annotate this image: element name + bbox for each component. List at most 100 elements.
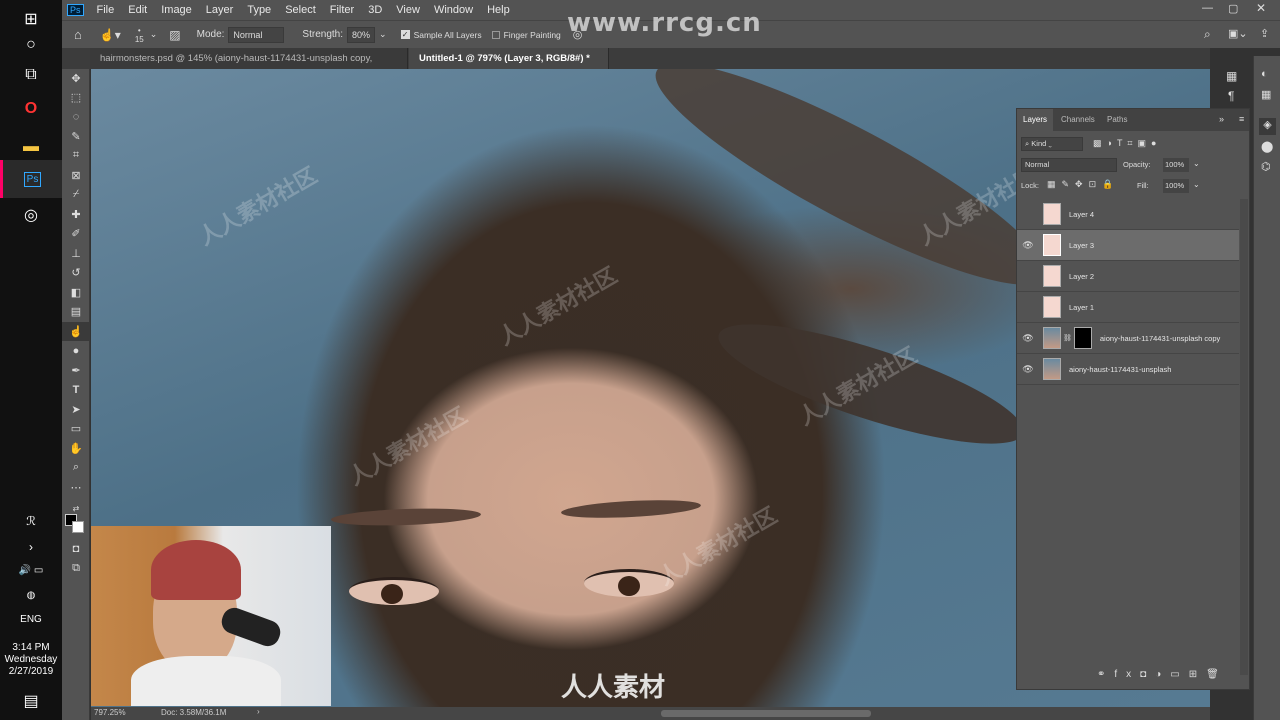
hand-tool-icon[interactable]: ✋ bbox=[62, 439, 90, 458]
share-icon[interactable]: ⇪ bbox=[1260, 27, 1269, 40]
tab-channels[interactable]: Channels bbox=[1055, 109, 1101, 131]
chevron-down-icon[interactable]: ⌄ bbox=[1193, 180, 1200, 189]
close-icon[interactable]: ✕ bbox=[1256, 1, 1266, 15]
new-group-icon[interactable]: ▭ bbox=[1170, 669, 1188, 680]
tab-hairmonsters[interactable]: hairmonsters.psd @ 145% (aiony-haust-117… bbox=[90, 48, 408, 85]
healing-brush-icon[interactable]: ✚ bbox=[62, 205, 90, 224]
fill-input[interactable]: 100% bbox=[1163, 179, 1189, 193]
lasso-tool-icon[interactable]: ◌ bbox=[62, 107, 90, 126]
layers-scrollbar[interactable] bbox=[1240, 199, 1248, 675]
menu-file[interactable]: File bbox=[90, 0, 122, 20]
opacity-input[interactable]: 100% bbox=[1163, 158, 1189, 172]
chevron-down-icon[interactable]: ⌄ bbox=[1193, 159, 1200, 168]
language-indicator[interactable]: ENG bbox=[0, 614, 62, 626]
layer-row-unsplash[interactable]: 👁 aiony-haust-1174431-unsplash bbox=[1017, 354, 1239, 385]
zoom-level[interactable]: 797.25% bbox=[94, 708, 126, 717]
chevron-up-icon[interactable]: › bbox=[0, 528, 62, 566]
paths-icon[interactable]: ⌬ bbox=[1261, 160, 1271, 173]
app-icon[interactable]: ◎ bbox=[0, 196, 62, 234]
panel-menu-icon[interactable]: ≡ bbox=[1239, 114, 1244, 124]
color-icon[interactable]: ◐ bbox=[1261, 68, 1268, 80]
photoshop-taskbar-icon[interactable]: Ps bbox=[0, 160, 62, 198]
layer-row-layer-1[interactable]: Layer 1 bbox=[1017, 292, 1239, 323]
channels-icon[interactable]: ⬤ bbox=[1261, 140, 1273, 153]
add-mask-icon[interactable]: ◘ bbox=[1140, 669, 1155, 680]
strength-dropdown-icon[interactable]: ⌄ bbox=[379, 29, 387, 40]
marquee-tool-icon[interactable]: ⬚ bbox=[62, 88, 90, 107]
layer-mask-thumbnail[interactable] bbox=[1073, 327, 1092, 349]
blend-mode-select[interactable]: Normal bbox=[1021, 158, 1117, 172]
filter-icons[interactable]: ▩◑T⌗▣● bbox=[1093, 138, 1161, 149]
more-tools-icon[interactable]: ⋯ bbox=[62, 478, 90, 497]
history-brush-icon[interactable]: ↺ bbox=[62, 263, 90, 282]
layer-row-layer-2[interactable]: Layer 2 bbox=[1017, 261, 1239, 292]
screen-mode-icon[interactable]: ⧉ bbox=[62, 559, 90, 578]
menu-type[interactable]: Type bbox=[240, 0, 278, 20]
eye-icon[interactable]: 👁 bbox=[1017, 364, 1039, 375]
pen-tool-icon[interactable]: ✒ bbox=[62, 361, 90, 380]
sample-all-checkbox[interactable]: ✓ bbox=[400, 30, 410, 39]
adjustment-icon[interactable]: ◑ bbox=[1155, 669, 1170, 680]
home-icon[interactable]: ⌂ bbox=[74, 27, 82, 42]
clone-stamp-icon[interactable]: ⊥ bbox=[62, 244, 90, 263]
eraser-tool-icon[interactable]: ◧ bbox=[62, 283, 90, 302]
new-layer-icon[interactable]: ⊞ bbox=[1189, 669, 1206, 680]
zoom-tool-icon[interactable]: ⌕ bbox=[62, 458, 90, 477]
menu-image[interactable]: Image bbox=[154, 0, 199, 20]
mode-select[interactable]: Normal bbox=[228, 26, 285, 43]
chevron-down-icon[interactable]: ⌄ bbox=[150, 29, 158, 40]
menu-filter[interactable]: Filter bbox=[323, 0, 361, 20]
collapse-icon[interactable]: » bbox=[1219, 114, 1224, 124]
opera-icon[interactable]: O bbox=[0, 90, 62, 128]
task-view-icon[interactable]: ⧉ bbox=[0, 56, 62, 94]
menu-edit[interactable]: Edit bbox=[121, 0, 154, 20]
swatches-icon[interactable]: ▦ bbox=[1261, 88, 1271, 101]
menu-help[interactable]: Help bbox=[480, 0, 517, 20]
dodge-tool-icon[interactable]: ● bbox=[62, 341, 90, 360]
rectangle-tool-icon[interactable]: ▭ bbox=[62, 419, 90, 438]
tab-paths[interactable]: Paths bbox=[1101, 109, 1133, 131]
layers-panel-icon[interactable]: ◈ bbox=[1259, 118, 1276, 135]
filter-kind-select[interactable]: ⌕ Kind ⌄ bbox=[1021, 137, 1083, 151]
brush-tool-icon[interactable]: ✐ bbox=[62, 224, 90, 243]
smudge-tool-preset-icon[interactable]: ☝▾ bbox=[100, 28, 121, 42]
chevron-right-icon[interactable]: › bbox=[257, 707, 260, 716]
layer-row-unsplash-copy[interactable]: 👁 ⛓ aiony-haust-1174431-unsplash copy bbox=[1017, 323, 1239, 354]
menu-3d[interactable]: 3D bbox=[361, 0, 389, 20]
link-icon[interactable]: ⛓ bbox=[1063, 334, 1072, 342]
layer-row-layer-3[interactable]: 👁 Layer 3 bbox=[1017, 230, 1239, 261]
menu-layer[interactable]: Layer bbox=[199, 0, 241, 20]
layer-row-layer-4[interactable]: Layer 4 bbox=[1017, 199, 1239, 230]
workspace-icon[interactable]: ▣⌄ bbox=[1228, 27, 1248, 40]
strength-input[interactable]: 80% bbox=[347, 26, 376, 43]
brush-size-picker[interactable]: • 15 bbox=[135, 26, 144, 44]
frame-tool-icon[interactable]: ⊠ bbox=[62, 166, 90, 185]
eye-icon[interactable]: 👁 bbox=[1017, 240, 1039, 251]
link-layers-icon[interactable]: ⚭ bbox=[1097, 669, 1114, 680]
menu-select[interactable]: Select bbox=[278, 0, 323, 20]
gradient-tool-icon[interactable]: ▤ bbox=[62, 302, 90, 321]
search-icon[interactable]: ⌕ bbox=[1204, 27, 1211, 42]
finger-painting-checkbox[interactable] bbox=[491, 30, 500, 39]
minimize-icon[interactable]: — bbox=[1202, 2, 1213, 14]
move-tool-icon[interactable]: ✥ bbox=[62, 69, 90, 88]
quick-mask-icon[interactable]: ◘ bbox=[62, 539, 90, 558]
menu-window[interactable]: Window bbox=[427, 0, 480, 20]
path-select-icon[interactable]: ➤ bbox=[62, 400, 90, 419]
restore-icon[interactable]: ▢ bbox=[1228, 2, 1238, 15]
notifications-icon[interactable]: ▤ bbox=[0, 682, 62, 720]
smudge-tool-icon[interactable]: ☝ bbox=[62, 322, 90, 341]
volume-icon[interactable]: 🔊 ▭ bbox=[0, 565, 62, 577]
trash-icon[interactable]: 🗑 bbox=[1206, 669, 1228, 680]
fx-icon[interactable]: fx bbox=[1114, 669, 1140, 680]
tab-layers[interactable]: Layers bbox=[1017, 109, 1054, 131]
menu-view[interactable]: View bbox=[389, 0, 427, 20]
eye-icon[interactable]: 👁 bbox=[1017, 333, 1039, 344]
type-tool-icon[interactable]: T bbox=[62, 380, 90, 399]
brush-settings-icon[interactable]: ▨ bbox=[169, 28, 180, 42]
horizontal-scrollbar[interactable] bbox=[661, 710, 871, 717]
background-color[interactable] bbox=[72, 521, 84, 533]
quick-select-tool-icon[interactable]: ✎ bbox=[62, 127, 90, 146]
paragraph-icon[interactable]: ¶ bbox=[1228, 89, 1234, 103]
crop-tool-icon[interactable]: ⌗ bbox=[62, 146, 90, 165]
